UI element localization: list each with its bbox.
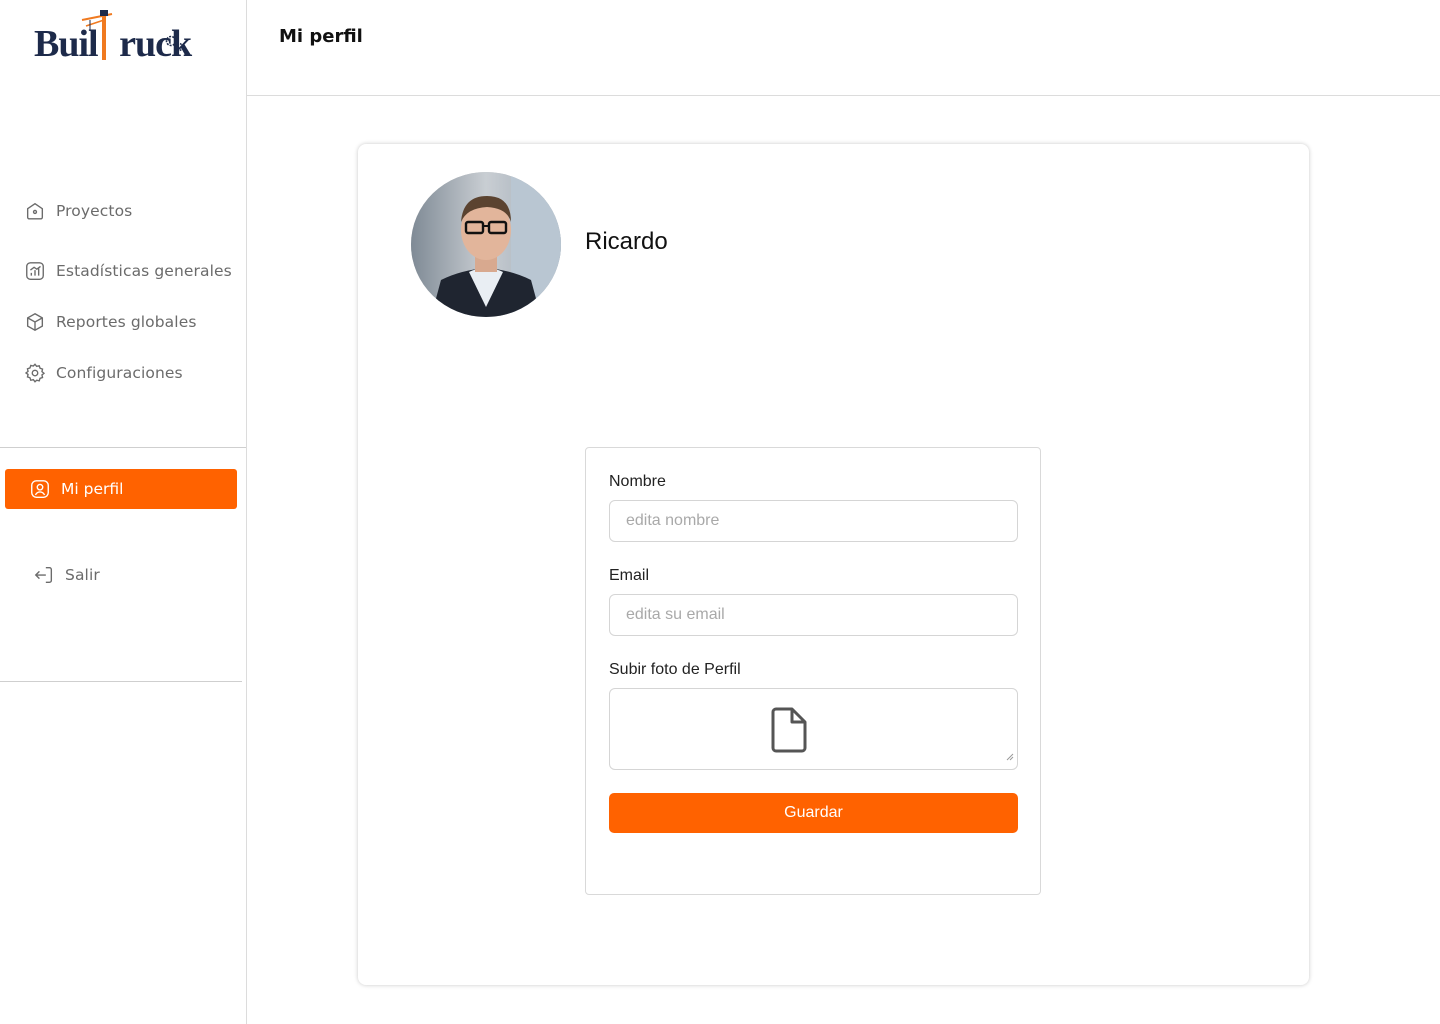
sidebar-item-configuraciones[interactable]: Configuraciones <box>24 362 183 384</box>
cube-icon <box>24 311 46 333</box>
email-label: Email <box>609 567 650 584</box>
name-label: Nombre <box>609 473 666 490</box>
sidebar-item-label: Mi perfil <box>61 480 124 498</box>
page-header: Mi perfil <box>247 0 1440 96</box>
stats-chart-icon <box>24 260 46 282</box>
sidebar-item-label: Reportes globales <box>56 313 197 331</box>
sidebar-item-mi-perfil[interactable]: Mi perfil <box>5 469 237 509</box>
logout-icon <box>33 564 55 586</box>
name-input[interactable] <box>609 500 1018 542</box>
avatar <box>411 172 561 317</box>
profile-card: Ricardo Nombre Email Subir foto de Perfi… <box>358 144 1309 985</box>
profile-name: Ricardo <box>585 228 668 255</box>
sidebar-item-estadisticas[interactable]: Estadísticas generales <box>24 260 232 282</box>
sidebar-item-label: Configuraciones <box>56 364 183 382</box>
home-icon <box>24 200 46 222</box>
save-button[interactable]: Guardar <box>609 793 1018 833</box>
photo-label: Subir foto de Perfil <box>609 661 741 678</box>
sidebar: BuilTruck Proyectos Estadísticas general… <box>0 0 247 1024</box>
sidebar-item-label: Proyectos <box>56 202 133 220</box>
profile-form: Nombre Email Subir foto de Perfil Guarda… <box>585 447 1041 895</box>
photo-upload-field[interactable] <box>609 688 1018 770</box>
sidebar-item-reportes[interactable]: Reportes globales <box>24 311 197 333</box>
logout-button[interactable]: Salir <box>33 564 100 586</box>
email-input[interactable] <box>609 594 1018 636</box>
user-profile-icon <box>29 478 51 500</box>
sidebar-item-proyectos[interactable]: Proyectos <box>24 200 132 222</box>
logout-label: Salir <box>65 566 100 584</box>
file-icon <box>770 707 808 758</box>
page-title: Mi perfil <box>279 26 363 47</box>
sidebar-divider <box>0 681 242 682</box>
resize-handle-icon[interactable] <box>1006 748 1014 766</box>
logo-text: BuilTruck <box>34 23 192 65</box>
sidebar-divider <box>0 447 246 448</box>
brand-logo[interactable]: BuilTruck <box>34 8 194 68</box>
sidebar-item-label: Estadísticas generales <box>56 262 232 280</box>
gear-icon <box>24 362 46 384</box>
